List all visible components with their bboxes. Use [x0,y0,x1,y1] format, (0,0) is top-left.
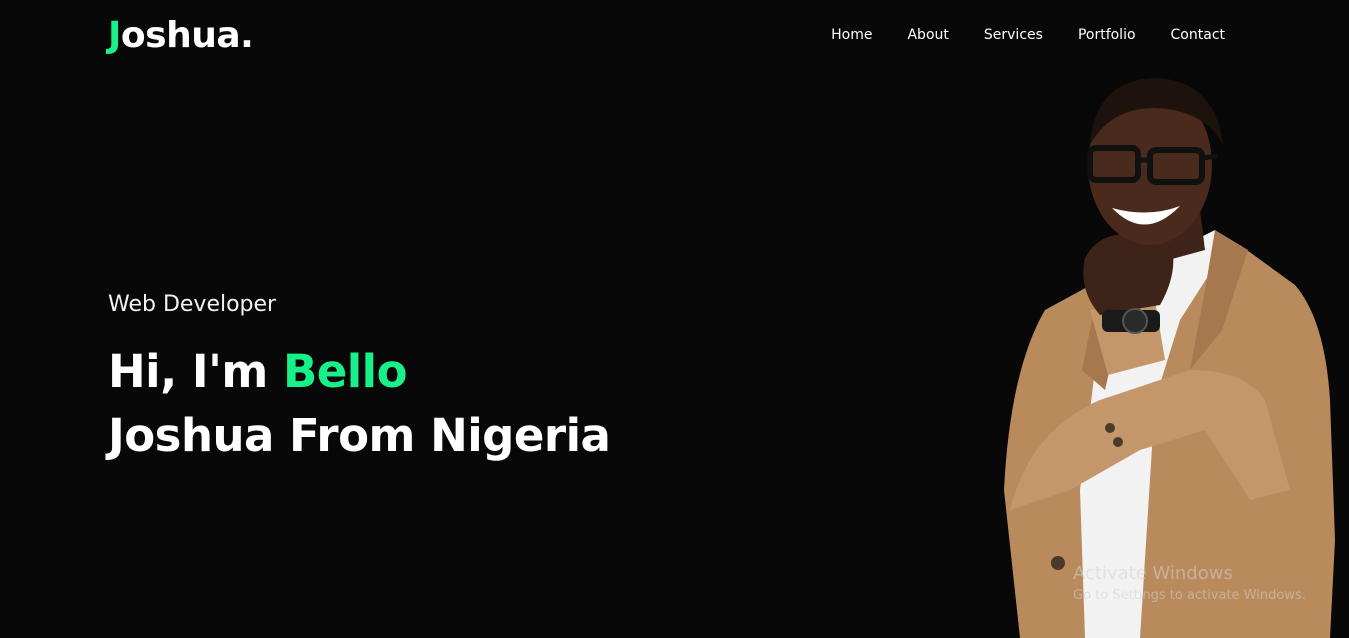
nav-item-about[interactable]: About [907,26,948,44]
landing-page: Joshua. Home About Services Portfolio Co… [0,0,1349,638]
main-nav: Home About Services Portfolio Contact [831,26,1225,44]
nav-item-portfolio[interactable]: Portfolio [1078,26,1136,44]
portrait-photo [1004,78,1335,638]
nav-item-home[interactable]: Home [831,26,872,44]
headline-line-2: Joshua From Nigeria [108,409,611,462]
headline-accent-name: Bello [282,345,408,398]
headline-prefix: Hi, I'm [108,345,283,398]
nav-item-services[interactable]: Services [984,26,1043,44]
watermark-title: Activate Windows [1073,563,1233,584]
logo-initial: J [108,15,121,56]
headline-line-1: Hi, I'm Bello [108,340,610,404]
hero-subtitle: Web Developer [108,292,277,317]
hero-headline: Hi, I'm Bello Joshua From Nigeria [108,340,611,468]
watermark-subtitle: Go to Settings to activate Windows. [1073,588,1306,603]
nav-item-contact[interactable]: Contact [1171,26,1225,44]
site-logo[interactable]: Joshua. [108,14,254,58]
activate-windows-watermark: Activate Windows Go to Settings to activ… [1073,563,1306,605]
logo-text: oshua. [120,15,254,56]
